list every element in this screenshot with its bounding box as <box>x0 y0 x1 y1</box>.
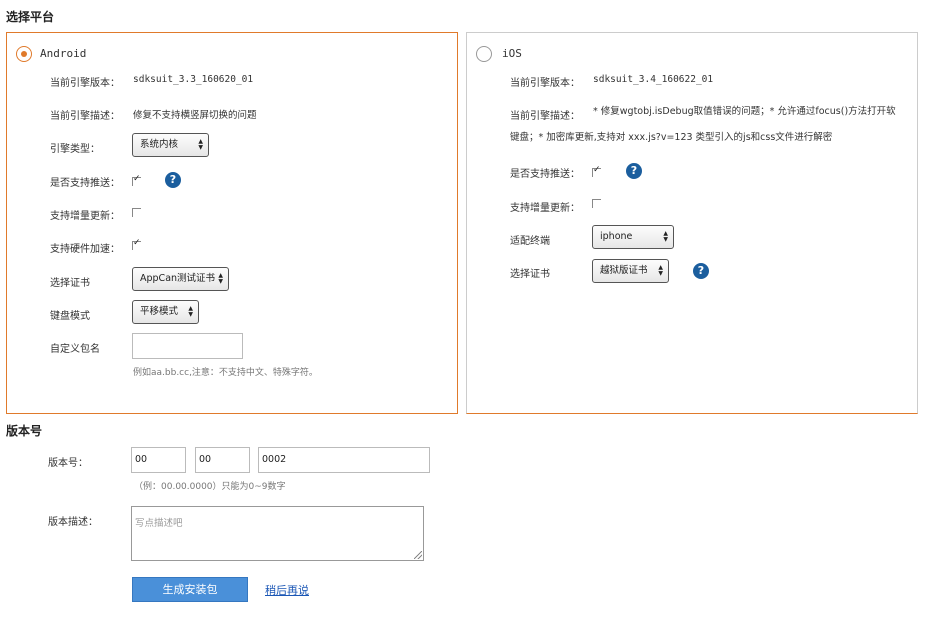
android-keyboard-value: 平移模式 <box>140 306 179 317</box>
android-incremental-checkbox[interactable] <box>132 208 141 217</box>
android-package-hint: 例如aa.bb.cc,注意：不支持中文、特殊字符。 <box>133 368 318 378</box>
later-link[interactable]: 稍后再说 <box>265 582 309 598</box>
ios-engine-desc-cont: 键盘；* 加密库更新,支持对 xxx.js?v=123 类型引入的js和css文… <box>510 125 915 151</box>
generate-package-button[interactable]: 生成安装包 <box>132 577 248 602</box>
ios-engine-desc: * 修复wgtobj.isDebug取值错误的问题；* 允许通过focus()方… <box>593 99 913 125</box>
android-panel[interactable]: Android 当前引擎版本： sdksuit_3.3_160620_01 当前… <box>6 32 458 414</box>
version-major-input[interactable]: 00 <box>131 447 186 473</box>
select-arrows-icon: ▲ ▼ <box>218 272 223 285</box>
android-keyboard-label: 键盘模式 <box>50 311 90 322</box>
android-engine-type-value: 系统内核 <box>140 139 179 150</box>
help-icon[interactable]: ? <box>165 172 181 188</box>
android-push-checkbox[interactable] <box>132 174 141 186</box>
ios-push-label: 是否支持推送： <box>510 169 580 180</box>
android-cert-label: 选择证书 <box>50 278 90 289</box>
version-minor-input[interactable]: 00 <box>195 447 250 473</box>
android-incremental-label: 支持增量更新： <box>50 211 120 222</box>
resize-handle-icon[interactable] <box>414 551 422 559</box>
android-engine-desc-label: 当前引擎描述： <box>50 111 120 122</box>
version-label: 版本号： <box>48 458 88 469</box>
platform-section-title: 选择平台 <box>6 10 55 24</box>
version-desc-label: 版本描述： <box>48 517 98 528</box>
help-icon[interactable]: ? <box>626 163 642 179</box>
ios-device-select[interactable]: iphone ▲ ▼ <box>592 225 674 249</box>
version-build-input[interactable]: 0002 <box>258 447 430 473</box>
android-hw-accel-label: 支持硬件加速： <box>50 244 120 255</box>
select-arrows-icon: ▲ ▼ <box>188 305 193 318</box>
ios-panel[interactable]: iOS 当前引擎版本： sdksuit_3.4_160622_01 当前引擎描述… <box>466 32 918 414</box>
ios-incremental-label: 支持增量更新： <box>510 203 580 214</box>
ios-engine-desc-line2: 键盘；* 加密库更新,支持对 xxx.js?v=123 类型引入的js和css文… <box>510 132 833 143</box>
ios-engine-version-label: 当前引擎版本： <box>510 78 580 89</box>
android-engine-type-select[interactable]: 系统内核 ▲ ▼ <box>132 133 209 157</box>
ios-cert-label: 选择证书 <box>510 269 550 280</box>
ios-incremental-checkbox[interactable] <box>592 199 601 208</box>
version-hint: （例：00.00.0000）只能为0~9数字 <box>134 482 286 492</box>
version-section-title: 版本号 <box>6 424 43 438</box>
android-radio[interactable] <box>16 46 32 62</box>
android-platform-name: Android <box>40 47 87 60</box>
android-push-label: 是否支持推送： <box>50 178 120 189</box>
android-package-label: 自定义包名 <box>50 344 100 355</box>
ios-device-value: iphone <box>600 231 633 242</box>
android-engine-type-label: 引擎类型： <box>50 144 100 155</box>
version-desc-placeholder: 写点描述吧 <box>135 518 183 529</box>
version-desc-textarea[interactable]: 写点描述吧 <box>131 506 424 561</box>
ios-radio[interactable] <box>476 46 492 62</box>
ios-engine-desc-label: 当前引擎描述： <box>510 111 580 122</box>
ios-engine-desc-line1: * 修复wgtobj.isDebug取值错误的问题；* 允许通过focus()方… <box>593 106 896 117</box>
ios-engine-version: sdksuit_3.4_160622_01 <box>593 74 714 85</box>
select-arrows-icon: ▲ ▼ <box>198 138 203 151</box>
select-arrows-icon: ▲ ▼ <box>658 264 663 277</box>
android-engine-version-label: 当前引擎版本： <box>50 78 120 89</box>
android-keyboard-select[interactable]: 平移模式 ▲ ▼ <box>132 300 199 324</box>
ios-push-checkbox[interactable] <box>592 165 601 177</box>
android-engine-desc: 修复不支持横竖屏切换的问题 <box>133 110 257 121</box>
android-cert-select[interactable]: AppCan测试证书 ▲ ▼ <box>132 267 229 291</box>
android-hw-accel-checkbox[interactable] <box>132 238 141 250</box>
ios-device-label: 适配终端 <box>510 236 550 247</box>
android-cert-value: AppCan测试证书 <box>140 273 216 284</box>
android-engine-version: sdksuit_3.3_160620_01 <box>133 74 254 85</box>
select-arrows-icon: ▲ ▼ <box>663 230 668 243</box>
ios-cert-select[interactable]: 越狱版证书 ▲ ▼ <box>592 259 669 283</box>
android-package-input[interactable] <box>132 333 243 359</box>
ios-cert-value: 越狱版证书 <box>600 265 648 276</box>
ios-platform-name: iOS <box>502 47 522 60</box>
help-icon[interactable]: ? <box>693 263 709 279</box>
